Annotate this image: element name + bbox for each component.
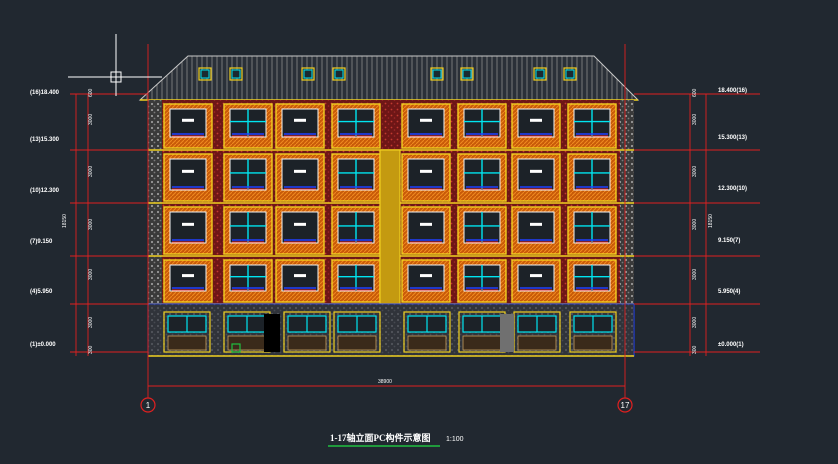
dormer-glass xyxy=(432,69,442,79)
window-handle xyxy=(182,222,194,226)
window-frame xyxy=(407,264,445,292)
level-label-left: (7)9.150 xyxy=(30,239,53,245)
dim-segment-left: 3000 xyxy=(88,317,94,328)
window-handle xyxy=(420,274,432,278)
dim-total-left: 18150 xyxy=(62,214,68,228)
level-label-right: ±0.000(1) xyxy=(718,342,744,348)
cad-model-space[interactable]: (16)18.400 (13)15.300 (10)12.300 (7)9.150 (4… xyxy=(0,0,838,464)
level-label-left: (10)12.300 xyxy=(30,188,60,194)
window-frame xyxy=(169,158,207,191)
window-frame xyxy=(407,158,445,191)
shop-base xyxy=(337,335,377,351)
level-label-right: 15.300(13) xyxy=(718,135,747,141)
dormer-glass xyxy=(200,69,210,79)
dim-segment-right: 3000 xyxy=(692,219,698,230)
window-handle xyxy=(420,169,432,173)
corner-stone-left xyxy=(148,100,162,304)
window-handle xyxy=(530,118,542,122)
window-handle xyxy=(182,274,194,278)
drawing-scale: 1:100 xyxy=(446,436,464,443)
level-label-right: 18.400(16) xyxy=(718,88,747,94)
dormer-glass xyxy=(535,69,545,79)
level-label-right: 12.300(10) xyxy=(718,186,747,192)
window-handle xyxy=(530,222,542,226)
dim-segment-left: 3000 xyxy=(88,166,94,177)
ground-floor-texture xyxy=(148,304,634,356)
window-frame xyxy=(169,211,207,244)
window-handle xyxy=(182,169,194,173)
window-handle xyxy=(294,274,306,278)
dim-segment-left: 3000 xyxy=(88,219,94,230)
axis-label-1: 1 xyxy=(146,401,151,410)
level-label-right: 9.150(7) xyxy=(718,238,740,244)
shop-base xyxy=(517,335,557,351)
dim-segment-left: 300 xyxy=(88,345,94,354)
window-frame xyxy=(169,264,207,292)
shop-base xyxy=(227,335,267,351)
dormer-glass xyxy=(565,69,575,79)
window-handle xyxy=(294,169,306,173)
dim-segment-right: 3000 xyxy=(692,317,698,328)
window-handle xyxy=(530,274,542,278)
dormer-glass xyxy=(334,69,344,79)
dim-segment-right: 3000 xyxy=(692,269,698,280)
overall-dimension: 38900 xyxy=(378,379,392,385)
window-handle xyxy=(294,118,306,122)
window-handle xyxy=(530,169,542,173)
window-frame xyxy=(517,264,555,292)
window-frame xyxy=(169,108,207,138)
level-label-left: (1)±0.000 xyxy=(30,342,56,348)
window-frame xyxy=(281,264,319,292)
window-handle xyxy=(420,118,432,122)
shop-base xyxy=(573,335,613,351)
entry-door xyxy=(264,314,280,352)
stair-shaft xyxy=(379,149,401,305)
window-frame xyxy=(281,108,319,138)
dim-segment-left: 600 xyxy=(88,88,94,97)
level-label-left: (16)18.400 xyxy=(30,90,60,96)
shop-base xyxy=(407,335,447,351)
service-door xyxy=(500,314,514,352)
building-elevation xyxy=(138,55,640,357)
window-frame xyxy=(517,211,555,244)
window-frame xyxy=(281,158,319,191)
window-handle xyxy=(294,222,306,226)
dim-total-right: 18150 xyxy=(708,214,714,228)
shop-base xyxy=(287,335,327,351)
window-frame xyxy=(281,211,319,244)
window-handle xyxy=(182,118,194,122)
level-label-left: (13)15.300 xyxy=(30,137,60,143)
dim-segment-right: 3000 xyxy=(692,114,698,125)
window-handle xyxy=(420,222,432,226)
dormer-glass xyxy=(231,69,241,79)
shop-base xyxy=(462,335,502,351)
dormer-glass xyxy=(462,69,472,79)
dim-segment-right: 3000 xyxy=(692,166,698,177)
level-label-right: 5.950(4) xyxy=(718,289,740,295)
dim-segment-right: 600 xyxy=(692,88,698,97)
level-label-left: (4)5.950 xyxy=(30,289,53,295)
window-frame xyxy=(407,211,445,244)
window-frame xyxy=(517,158,555,191)
drawing-title: 1-17轴立面PC构件示意图 xyxy=(330,432,431,443)
dormer-glass xyxy=(303,69,313,79)
shop-base xyxy=(167,335,207,351)
axis-label-17: 17 xyxy=(621,401,630,410)
dim-segment-left: 3000 xyxy=(88,114,94,125)
dim-segment-right: 300 xyxy=(692,345,698,354)
dim-segment-left: 3000 xyxy=(88,269,94,280)
corner-stone-right xyxy=(620,100,634,304)
window-frame xyxy=(517,108,555,138)
window-frame xyxy=(407,108,445,138)
roof xyxy=(138,55,640,101)
